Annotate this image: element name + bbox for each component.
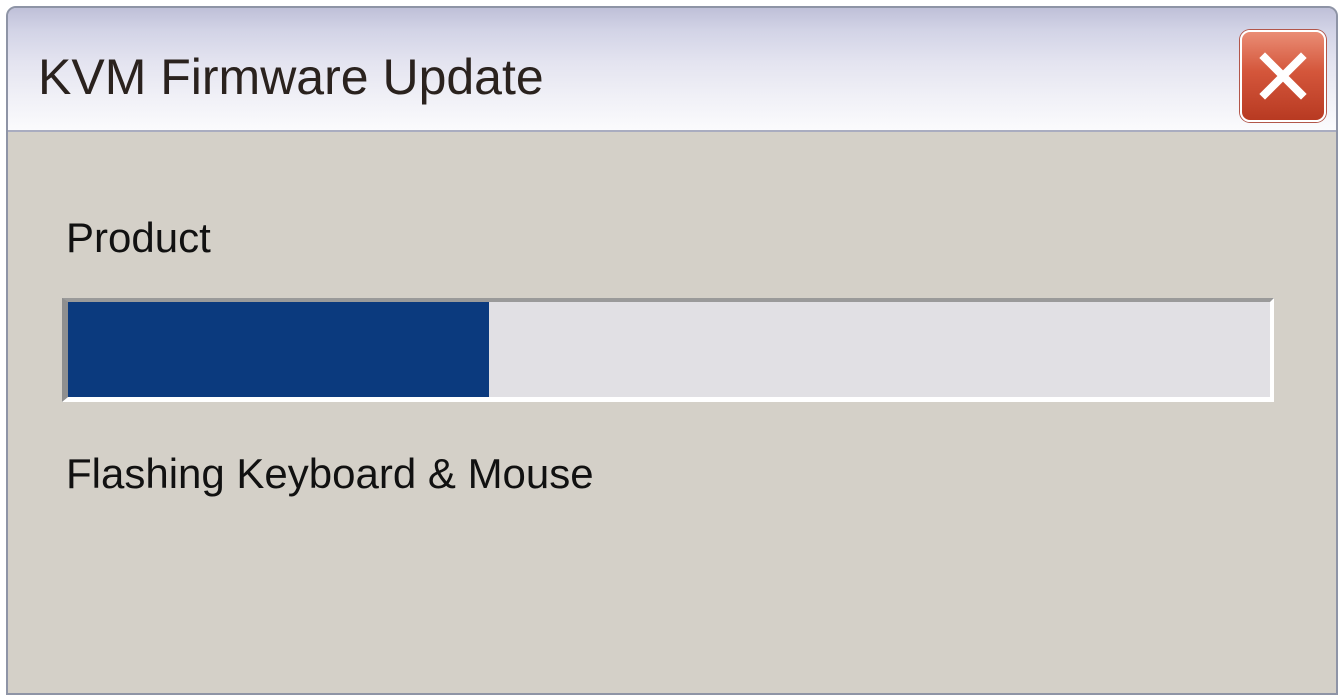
close-button[interactable] bbox=[1240, 30, 1326, 122]
firmware-update-dialog: KVM Firmware Update Product Flashing Key… bbox=[6, 6, 1338, 695]
progress-bar-fill bbox=[68, 302, 489, 397]
window-title: KVM Firmware Update bbox=[38, 49, 544, 105]
status-text: Flashing Keyboard & Mouse bbox=[66, 450, 594, 497]
progress-bar bbox=[62, 298, 1274, 402]
product-label: Product bbox=[66, 214, 211, 261]
title-bar[interactable]: KVM Firmware Update bbox=[8, 8, 1336, 132]
close-icon bbox=[1259, 52, 1307, 100]
dialog-body: Product Flashing Keyboard & Mouse bbox=[8, 134, 1336, 693]
